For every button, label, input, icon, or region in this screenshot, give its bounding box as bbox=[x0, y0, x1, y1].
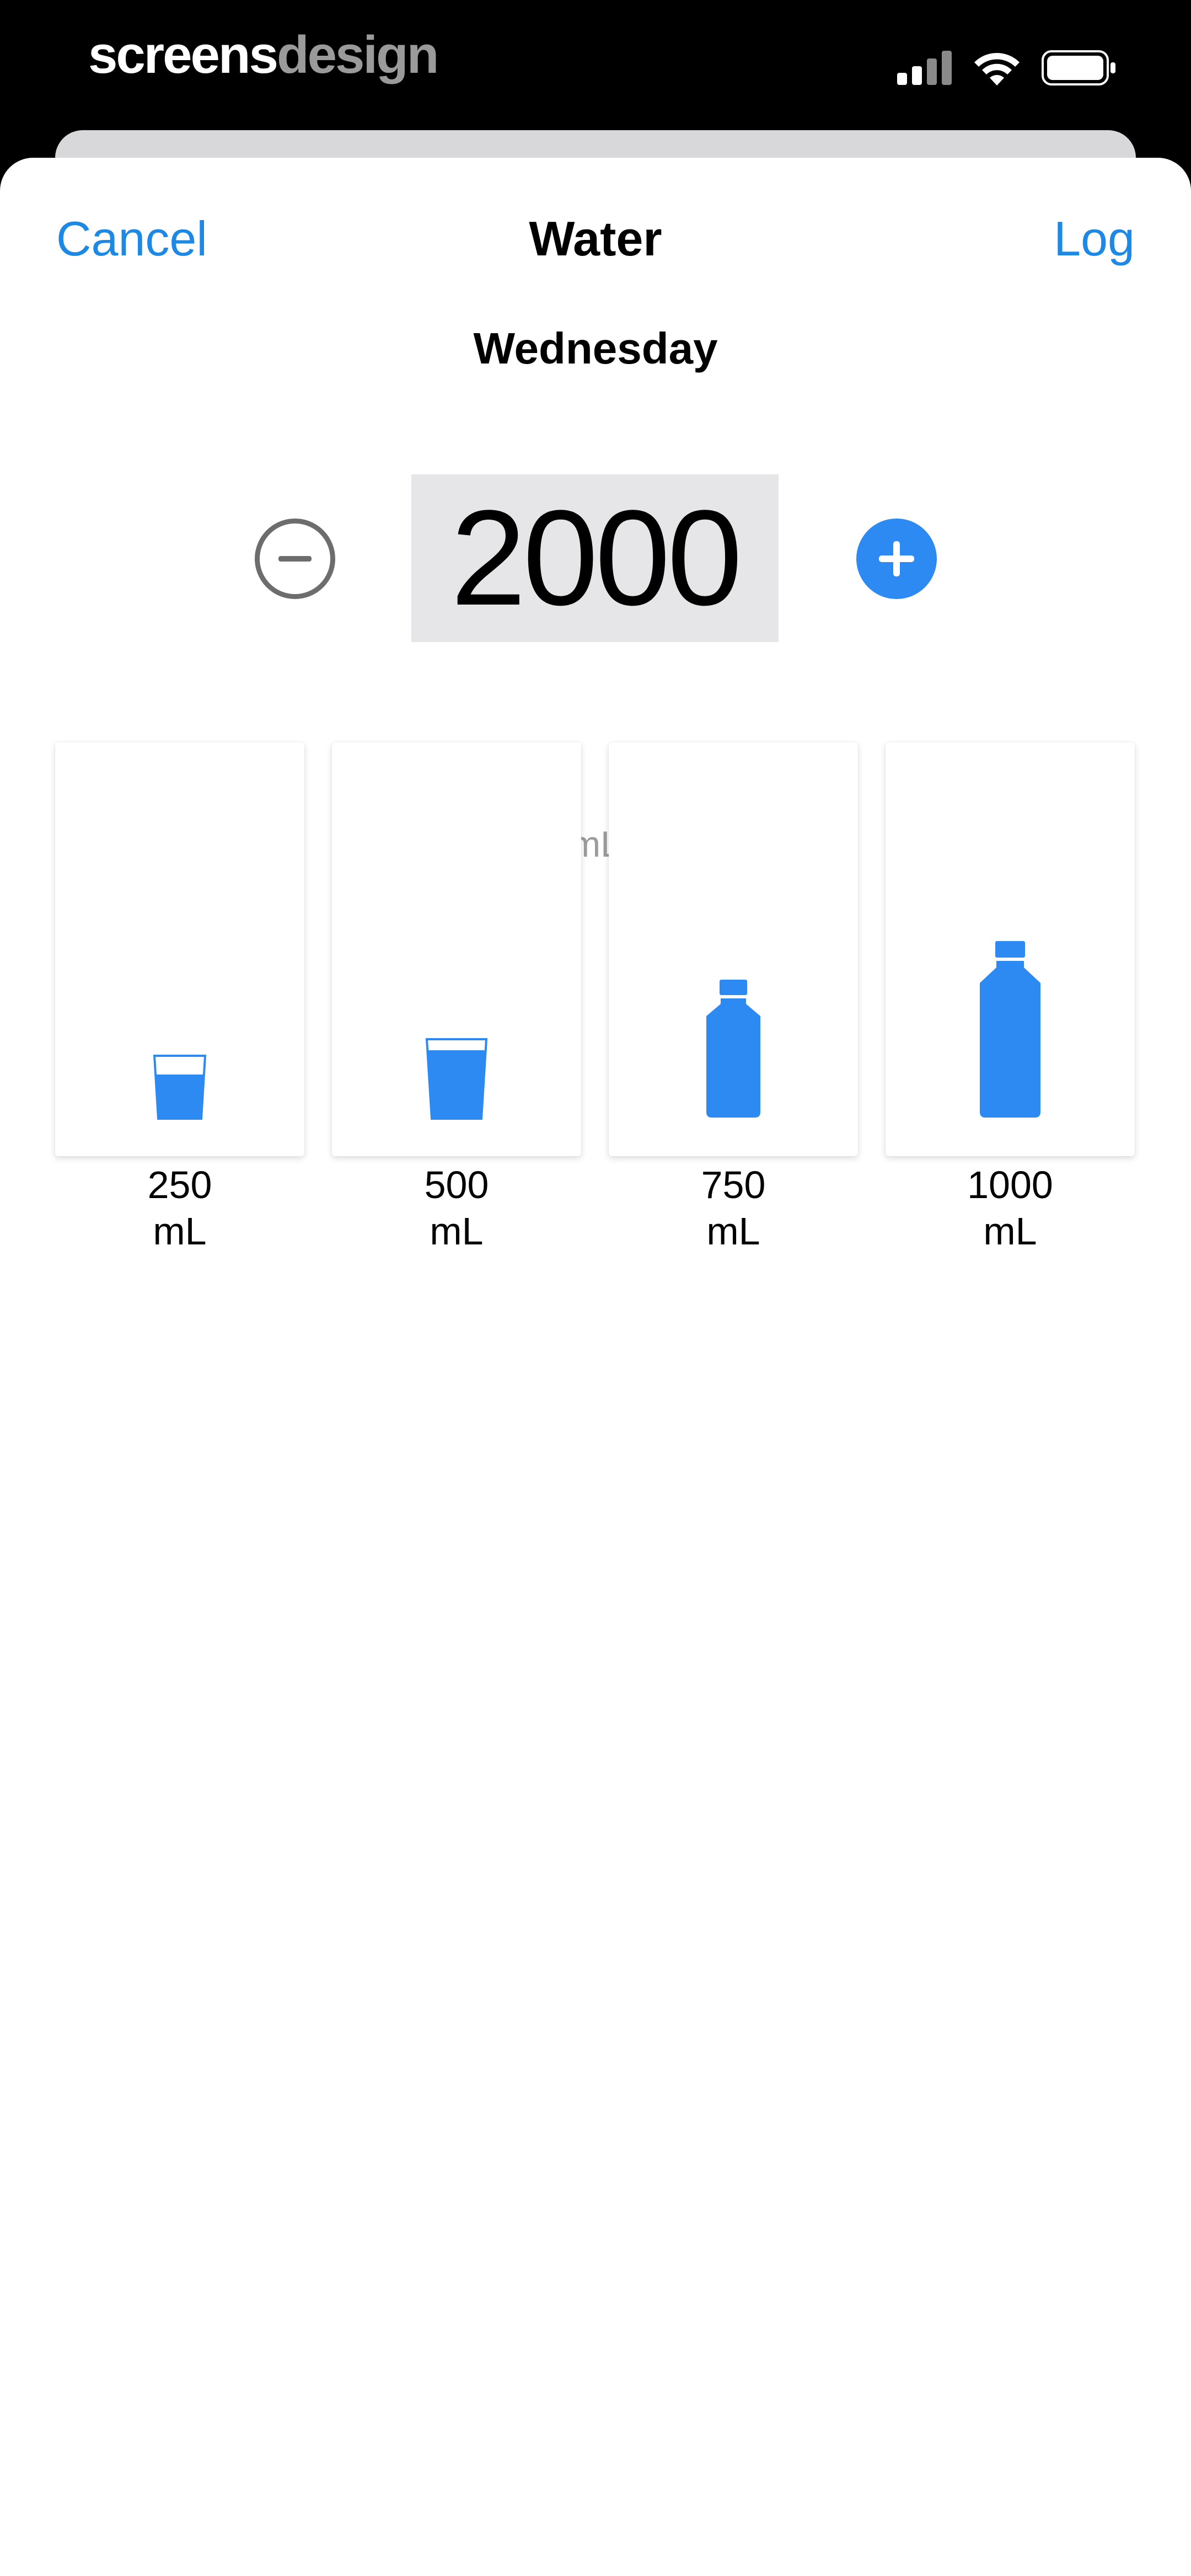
log-button[interactable]: Log bbox=[1054, 209, 1135, 269]
page-title: Water bbox=[529, 211, 662, 266]
brand-part-2: design bbox=[276, 25, 439, 84]
large-glass-icon bbox=[426, 1038, 487, 1120]
small-bottle-icon bbox=[706, 980, 760, 1118]
wifi-icon bbox=[974, 53, 1020, 85]
amount-value: 2000 bbox=[450, 482, 742, 634]
preset-amount: 1000 bbox=[967, 1163, 1053, 1206]
preset-unit: mL bbox=[430, 1210, 484, 1253]
brand-part-1: screens bbox=[88, 25, 278, 84]
minus-icon bbox=[278, 556, 312, 562]
preset-750ml-button[interactable]: 750 mL bbox=[609, 742, 858, 1253]
small-glass-icon bbox=[153, 1055, 206, 1120]
large-bottle-icon bbox=[980, 941, 1040, 1118]
status-bar: screensdesign bbox=[0, 0, 1191, 130]
preset-unit: mL bbox=[153, 1210, 207, 1253]
preset-label: 250 mL bbox=[55, 1162, 304, 1254]
preset-1000ml-button[interactable]: 1000 mL bbox=[886, 742, 1135, 1253]
increase-button[interactable] bbox=[856, 519, 937, 599]
plus-icon bbox=[879, 541, 914, 576]
decrease-button[interactable] bbox=[255, 519, 335, 599]
preset-label: 1000 mL bbox=[886, 1162, 1135, 1254]
preset-label: 750 mL bbox=[609, 1162, 858, 1254]
preset-amount: 250 bbox=[147, 1163, 212, 1206]
brand-watermark: screensdesign bbox=[88, 22, 439, 88]
nav-bar: Cancel Water Log bbox=[0, 158, 1191, 318]
amount-input[interactable]: 2000 bbox=[411, 474, 779, 642]
preset-500ml-button[interactable]: 500 mL bbox=[332, 742, 581, 1253]
preset-label: 500 mL bbox=[332, 1162, 581, 1254]
preset-amount: 500 bbox=[424, 1163, 489, 1206]
battery-icon bbox=[1042, 50, 1115, 85]
status-icons bbox=[897, 49, 1117, 87]
preset-list: 250 mL 500 mL 750 mL 1000 mL bbox=[55, 742, 1136, 1253]
preset-amount: 750 bbox=[701, 1163, 766, 1206]
day-label: Wednesday bbox=[473, 324, 718, 373]
preset-250ml-button[interactable]: 250 mL bbox=[55, 742, 304, 1253]
preset-unit: mL bbox=[706, 1210, 760, 1253]
preset-unit: mL bbox=[983, 1210, 1037, 1253]
cellular-signal-icon bbox=[897, 51, 952, 85]
